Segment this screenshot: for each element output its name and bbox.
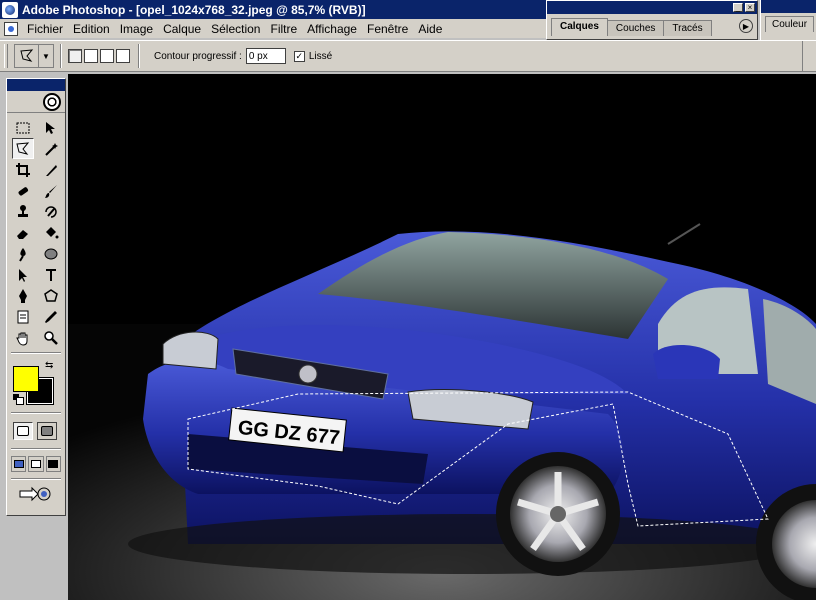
tab-couleur[interactable]: Couleur [765,16,815,32]
standard-mode-button[interactable] [13,422,33,440]
chevron-down-icon: ▼ [42,51,50,61]
polygonal-lasso-tool-icon[interactable] [12,138,34,159]
swap-colors-icon[interactable]: ⇆ [45,360,53,371]
polygonal-lasso-icon [15,45,39,67]
title-bar[interactable]: Adobe Photoshop - [opel_1024x768_32.jpeg… [0,0,546,19]
toolbox-titlebar[interactable] [7,79,65,91]
car-image: GG DZ 677 [68,74,816,600]
toolbox-separator-2 [11,412,61,414]
quick-mask-mode-button[interactable] [37,422,57,440]
options-bar-grip[interactable] [4,44,8,68]
options-separator-2 [138,44,140,68]
default-colors-icon[interactable] [13,394,24,405]
close-icon[interactable]: × [745,3,755,12]
options-separator [60,44,62,68]
menu-fichier[interactable]: Fichier [22,22,68,36]
antialias-label: Lissé [308,50,333,62]
feather-input[interactable] [245,48,286,64]
palette-menu-arrow-icon[interactable]: ▶ [739,19,753,33]
color-swatches: ⇆ [11,358,61,408]
hand-tool-icon[interactable] [12,327,34,348]
history-brush-tool-icon[interactable] [40,201,62,222]
crop-tool-icon[interactable] [12,159,34,180]
full-screen-mode-button[interactable] [45,456,61,472]
eyedropper-tool-icon[interactable] [40,306,62,327]
toolbox: ⇆ [6,78,66,516]
toolbox-separator-3 [11,448,61,450]
menu-aide[interactable]: Aide [413,22,447,36]
menu-calque[interactable]: Calque [158,22,206,36]
eraser-tool-icon[interactable] [12,222,34,243]
standard-screen-mode-button[interactable] [11,456,27,472]
tool-preset-picker[interactable]: ▼ [14,44,54,68]
feather-label: Contour progressif : [154,50,242,62]
zoom-tool-icon[interactable] [40,327,62,348]
intersect-selection-button[interactable] [116,49,130,63]
subtract-from-selection-button[interactable] [100,49,114,63]
blur-tool-icon[interactable] [12,243,34,264]
window-title: Adobe Photoshop - [opel_1024x768_32.jpeg… [22,2,366,17]
move-tool-icon[interactable] [40,117,62,138]
color-palette-titlebar[interactable] [761,0,816,13]
toolbox-logo[interactable] [7,91,65,113]
tab-traces[interactable]: Tracés [663,20,712,36]
photoshop-eye-icon [43,92,61,111]
edit-mode-row [7,418,65,444]
options-bar: ▼ Contour progressif : ✓ Lissé [0,40,816,72]
imageready-icon [19,486,51,502]
menu-edition[interactable]: Edition [68,22,115,36]
photoshop-window: Adobe Photoshop - [opel_1024x768_32.jpeg… [0,0,816,600]
menu-image[interactable]: Image [115,22,158,36]
layers-palette-titlebar[interactable]: _ × [547,1,757,14]
palette-well[interactable] [802,41,816,71]
screen-mode-row [7,454,65,474]
antialias-checkbox[interactable]: ✓ [293,50,305,62]
pen-tool-icon[interactable] [12,285,34,306]
slice-tool-icon[interactable] [40,159,62,180]
jump-to-imageready-button[interactable] [13,484,57,504]
healing-brush-tool-icon[interactable] [12,180,34,201]
notes-tool-icon[interactable] [12,306,34,327]
menu-affichage[interactable]: Affichage [302,22,362,36]
toolbox-separator-4 [11,478,61,480]
menu-fenetre[interactable]: Fenêtre [362,22,413,36]
type-tool-icon[interactable] [40,264,62,285]
shape-tool-icon[interactable] [40,285,62,306]
document-canvas[interactable]: GG DZ 677 [68,74,816,600]
new-selection-button[interactable] [68,49,82,63]
tool-grid [7,113,65,348]
tab-calques[interactable]: Calques [551,18,608,36]
dodge-tool-icon[interactable] [40,243,62,264]
minimize-icon[interactable]: _ [733,3,743,12]
document-icon[interactable] [4,21,18,36]
paint-bucket-tool-icon[interactable] [40,222,62,243]
magic-wand-tool-icon[interactable] [40,138,62,159]
layers-palette: _ × Calques Couches Tracés ▶ [546,0,758,40]
clone-stamp-tool-icon[interactable] [12,201,34,222]
toolbox-separator [11,352,61,354]
path-selection-tool-icon[interactable] [12,264,34,285]
full-screen-menu-mode-button[interactable] [28,456,44,472]
menu-selection[interactable]: Sélection [206,22,265,36]
tab-couches[interactable]: Couches [606,20,665,36]
photoshop-app-icon[interactable] [2,1,18,18]
brush-tool-icon[interactable] [40,180,62,201]
layers-palette-tabs: Calques Couches Tracés ▶ [547,14,757,36]
add-to-selection-button[interactable] [84,49,98,63]
foreground-color-swatch[interactable] [13,366,39,392]
marquee-tool-icon[interactable] [12,117,34,138]
menu-bar: Fichier Edition Image Calque Sélection F… [0,19,546,38]
color-palette: Couleur [760,0,816,40]
menu-filtre[interactable]: Filtre [265,22,302,36]
